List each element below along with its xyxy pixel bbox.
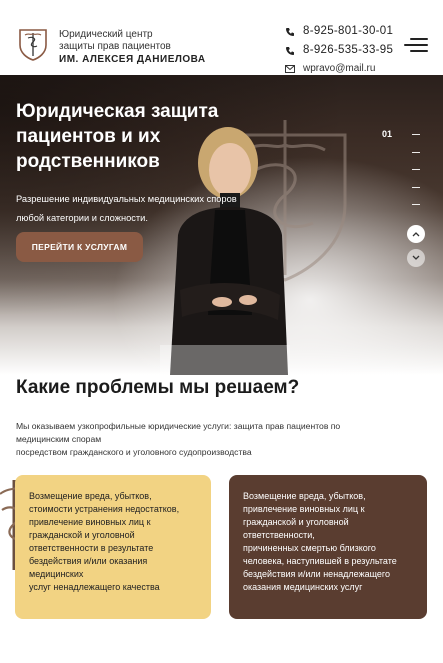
hero-title: Юридическая защита пациентов и их родств… (16, 99, 256, 174)
card-text-line: бездействия и/или оказания (29, 556, 148, 566)
hero-title-line: пациентов и их (16, 126, 161, 147)
intro-line: медицинским спорам (16, 434, 102, 444)
phone-icon (283, 41, 297, 60)
card-text-line: ответственности в результате (29, 543, 154, 553)
slide-indicator: 01 (382, 129, 422, 205)
logo-line-2: защиты прав пациентов (59, 41, 171, 52)
intro-line: Мы оказываем узкопрофильные юридические … (16, 421, 341, 431)
chevron-down-icon[interactable] (407, 249, 425, 267)
email-address: wpravo@mail.ru (303, 63, 376, 74)
phone-icon (283, 22, 297, 41)
problem-card-1[interactable]: Возмещение вреда, убытков, стоимости уст… (15, 475, 211, 619)
go-to-services-button[interactable]: ПЕРЕЙТИ К УСЛУГАМ (16, 232, 143, 262)
section-title: Какие проблемы мы решаем? (16, 377, 300, 398)
logo-name: ИМ. АЛЕКСЕЯ ДАНИЕЛОВА (59, 54, 206, 65)
problem-card-2[interactable]: Возмещение вреда, убытков, привлечение в… (229, 475, 427, 619)
hero-title-line: родственников (16, 151, 160, 172)
phone-number-2: 8-926-535-33-95 (303, 44, 394, 56)
card-text-line: привлечение виновных лиц к (243, 504, 365, 514)
slide-dash[interactable] (412, 187, 420, 188)
card-text-line: бездействия и/или ненадлежащего (243, 569, 390, 579)
card-text-line: услуг ненадлежащего качества (29, 582, 160, 592)
menu-line (410, 38, 428, 40)
menu-line (404, 44, 428, 46)
logo-text: Юридический центр защиты прав пациентов … (59, 29, 239, 66)
card-text-line: гражданской и уголовной (243, 517, 349, 527)
menu-line (410, 50, 428, 52)
phone-link-2[interactable]: 8-926-535-33-95 (283, 41, 403, 60)
section-intro: Мы оказываем узкопрофильные юридические … (16, 420, 426, 459)
phone-number-1: 8-925-801-30-01 (303, 25, 394, 37)
chevron-up-icon[interactable] (407, 225, 425, 243)
card-text-line: медицинских (29, 569, 84, 579)
hero-subtitle-line: Разрешение индивидуальных медицинских сп… (16, 194, 237, 204)
card-text-line: гражданской и уголовной (29, 530, 135, 540)
site-header: Юридический центр защиты прав пациентов … (0, 0, 443, 75)
card-text-line: Возмещение вреда, убытков, (243, 491, 366, 501)
card-text-line: ответственности, (243, 530, 315, 540)
card-text-line: привлечение виновных лиц к (29, 517, 151, 527)
card-text-line: стоимости устранения недостатков, (29, 504, 180, 514)
logo-line-1: Юридический центр (59, 29, 153, 40)
card-text-line: оказания медицинских услуг (243, 582, 363, 592)
hero-subtitle-line: любой категории и сложности. (16, 213, 148, 223)
card-text-line: человека, наступившей в результате (243, 556, 397, 566)
intro-line: посредством гражданского и уголовного су… (16, 447, 252, 457)
menu-icon[interactable] (404, 38, 428, 54)
card-text-line: причиненных смертью близкого (243, 543, 376, 553)
hero-title-line: Юридическая защита (16, 101, 219, 122)
phone-link-1[interactable]: 8-925-801-30-01 (283, 22, 403, 41)
slide-dash-active[interactable] (412, 134, 420, 135)
hero-subtitle: Разрешение индивидуальных медицинских сп… (16, 190, 246, 228)
slide-dash[interactable] (412, 169, 420, 170)
slide-dash[interactable] (412, 204, 420, 205)
logo-emblem-icon[interactable] (16, 27, 50, 61)
hero-banner: Юридическая защита пациентов и их родств… (0, 75, 443, 375)
card-text-line: Возмещение вреда, убытков, (29, 491, 152, 501)
contacts: 8-925-801-30-01 8-926-535-33-95 wpravo@m… (283, 22, 403, 78)
slide-dash[interactable] (412, 152, 420, 153)
